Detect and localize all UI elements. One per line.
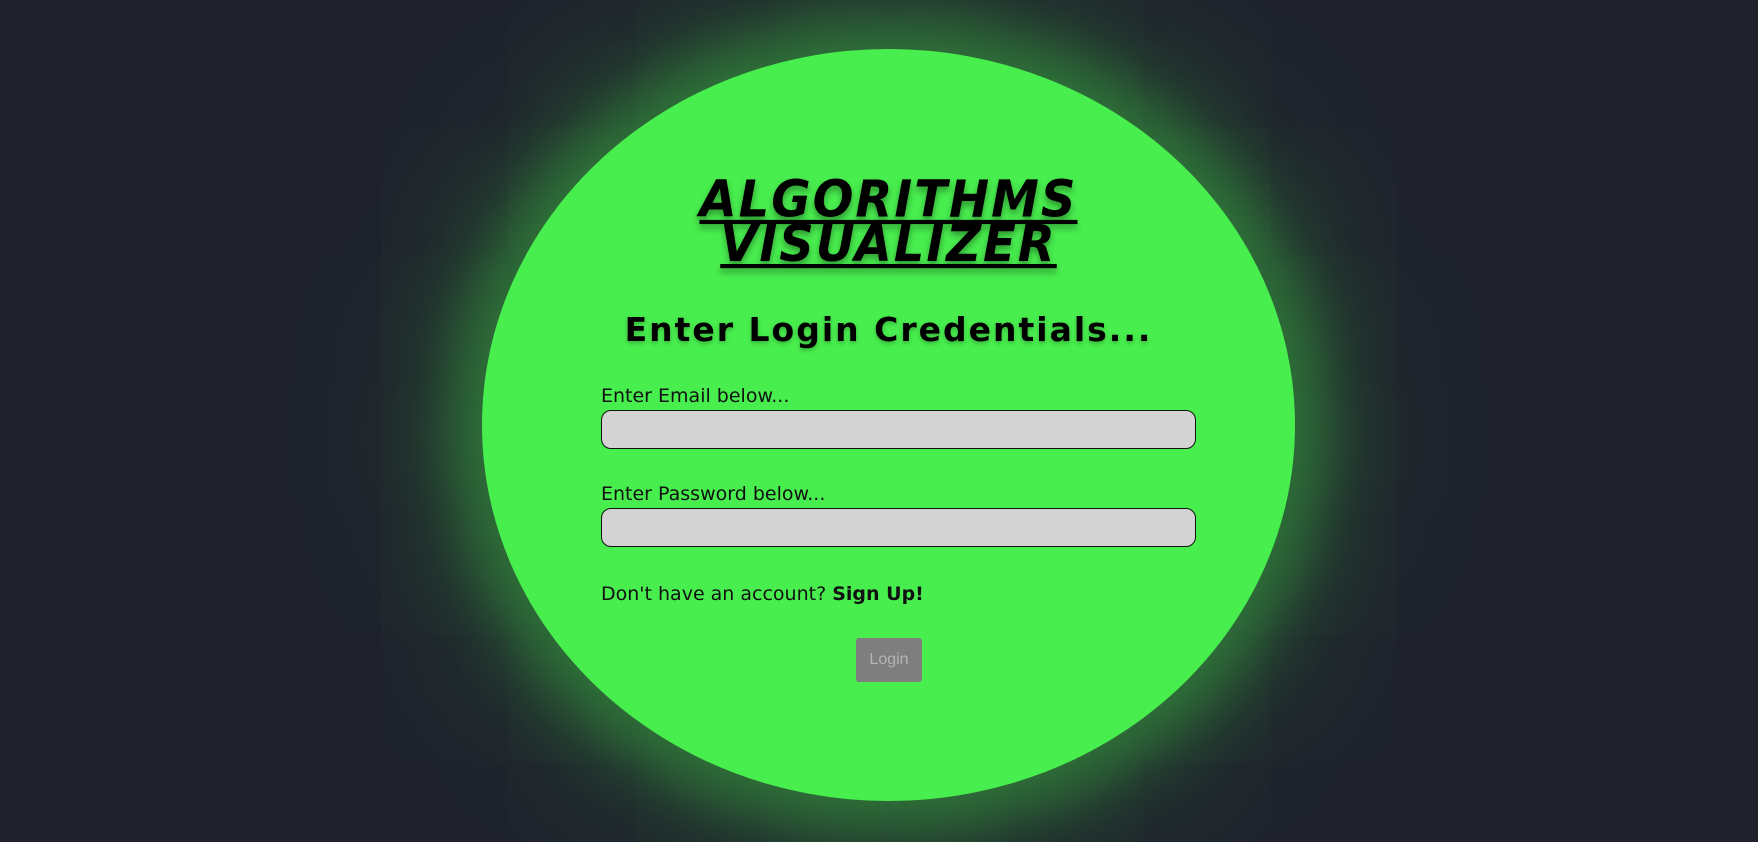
signup-prompt-text: Don't have an account? (601, 583, 827, 605)
signup-link[interactable]: Sign Up! (832, 583, 924, 605)
app-title: ALGORITHMS VISUALIZER (482, 175, 1295, 274)
login-heading: Enter Login Credentials... (624, 310, 1153, 349)
signup-prompt-line: Don't have an account? Sign Up! (601, 583, 924, 605)
password-label: Enter Password below... (601, 483, 826, 505)
password-field[interactable] (601, 508, 1196, 547)
app-title-line-2: VISUALIZER (720, 214, 1057, 274)
page: ALGORITHMS VISUALIZER Enter Login Creden… (0, 0, 1758, 842)
login-button[interactable]: Login (856, 638, 922, 682)
email-label: Enter Email below... (601, 385, 790, 407)
email-field[interactable] (601, 410, 1196, 449)
